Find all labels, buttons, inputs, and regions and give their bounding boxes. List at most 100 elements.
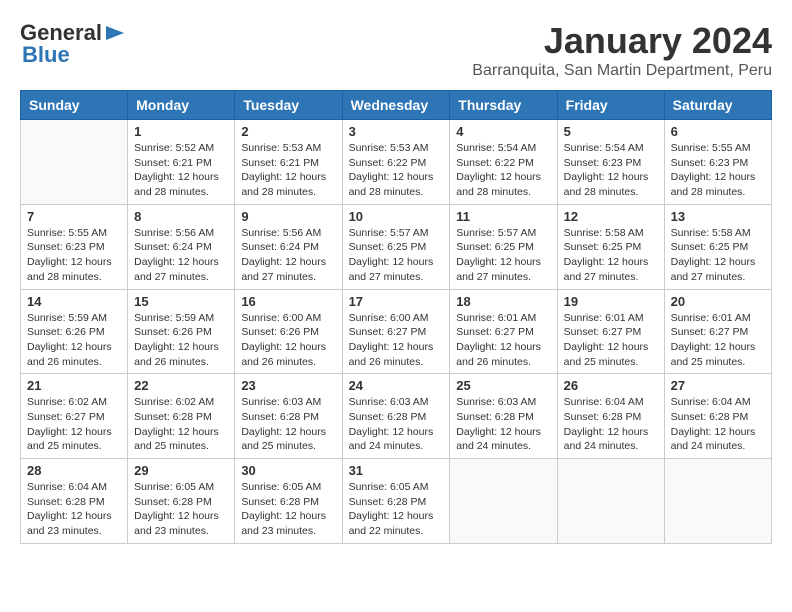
day-info: Sunrise: 6:02 AM Sunset: 6:27 PM Dayligh… [27, 395, 121, 454]
calendar-header-tuesday: Tuesday [235, 91, 342, 120]
calendar-cell: 27 Sunrise: 6:04 AM Sunset: 6:28 PM Dayli… [664, 374, 771, 459]
page-header: General Blue January 2024 Barranquita, S… [20, 20, 772, 80]
day-info: Sunrise: 5:55 AM Sunset: 6:23 PM Dayligh… [671, 141, 765, 200]
calendar-week-1: 1Sunrise: 5:52 AM Sunset: 6:21 PM Daylig… [21, 120, 772, 205]
day-number: 20 [671, 294, 765, 309]
calendar-header-row: SundayMondayTuesdayWednesdayThursdayFrid… [21, 91, 772, 120]
day-number: 27 [671, 378, 765, 393]
logo-arrow-icon [104, 22, 126, 44]
day-number: 18 [456, 294, 550, 309]
calendar-cell: 4 Sunrise: 5:54 AM Sunset: 6:22 PM Daylig… [450, 120, 557, 205]
calendar-header-sunday: Sunday [21, 91, 128, 120]
day-number: 10 [349, 209, 444, 224]
day-info: Sunrise: 6:00 AM Sunset: 6:26 PM Dayligh… [241, 311, 335, 370]
day-info: Sunrise: 6:04 AM Sunset: 6:28 PM Dayligh… [27, 480, 121, 539]
day-info: Sunrise: 5:59 AM Sunset: 6:26 PM Dayligh… [27, 311, 121, 370]
calendar-cell: 10 Sunrise: 5:57 AM Sunset: 6:25 PM Dayli… [342, 204, 450, 289]
day-number: 6 [671, 124, 765, 139]
calendar-cell [21, 120, 128, 205]
calendar-table: SundayMondayTuesdayWednesdayThursdayFrid… [20, 90, 772, 544]
day-info: Sunrise: 5:55 AM Sunset: 6:23 PM Dayligh… [27, 226, 121, 285]
calendar-cell: 12Sunrise: 5:58 AM Sunset: 6:25 PM Dayli… [557, 204, 664, 289]
calendar-cell: 24Sunrise: 6:03 AM Sunset: 6:28 PM Dayli… [342, 374, 450, 459]
day-info: Sunrise: 5:57 AM Sunset: 6:25 PM Dayligh… [349, 226, 444, 285]
logo-blue: Blue [20, 42, 70, 68]
calendar-cell: 2 Sunrise: 5:53 AM Sunset: 6:21 PM Daylig… [235, 120, 342, 205]
calendar-cell: 13Sunrise: 5:58 AM Sunset: 6:25 PM Dayli… [664, 204, 771, 289]
day-info: Sunrise: 5:53 AM Sunset: 6:21 PM Dayligh… [241, 141, 335, 200]
calendar-header-saturday: Saturday [664, 91, 771, 120]
calendar-cell: 15Sunrise: 5:59 AM Sunset: 6:26 PM Dayli… [128, 289, 235, 374]
day-number: 30 [241, 463, 335, 478]
calendar-cell: 14Sunrise: 5:59 AM Sunset: 6:26 PM Dayli… [21, 289, 128, 374]
calendar-cell [450, 459, 557, 544]
location: Barranquita, San Martin Department, Peru [472, 62, 772, 80]
calendar-cell: 7Sunrise: 5:55 AM Sunset: 6:23 PM Daylig… [21, 204, 128, 289]
day-number: 28 [27, 463, 121, 478]
calendar-cell: 21 Sunrise: 6:02 AM Sunset: 6:27 PM Dayli… [21, 374, 128, 459]
calendar-body: 1Sunrise: 5:52 AM Sunset: 6:21 PM Daylig… [21, 120, 772, 544]
calendar-week-2: 7Sunrise: 5:55 AM Sunset: 6:23 PM Daylig… [21, 204, 772, 289]
calendar-cell: 20Sunrise: 6:01 AM Sunset: 6:27 PM Dayli… [664, 289, 771, 374]
day-number: 23 [241, 378, 335, 393]
calendar-cell [664, 459, 771, 544]
day-number: 8 [134, 209, 228, 224]
day-info: Sunrise: 6:05 AM Sunset: 6:28 PM Dayligh… [349, 480, 444, 539]
calendar-cell: 5Sunrise: 5:54 AM Sunset: 6:23 PM Daylig… [557, 120, 664, 205]
day-info: Sunrise: 6:05 AM Sunset: 6:28 PM Dayligh… [134, 480, 228, 539]
calendar-cell: 25 Sunrise: 6:03 AM Sunset: 6:28 PM Dayli… [450, 374, 557, 459]
day-number: 9 [241, 209, 335, 224]
day-info: Sunrise: 6:00 AM Sunset: 6:27 PM Dayligh… [349, 311, 444, 370]
calendar-header-friday: Friday [557, 91, 664, 120]
day-info: Sunrise: 5:57 AM Sunset: 6:25 PM Dayligh… [456, 226, 550, 285]
day-number: 2 [241, 124, 335, 139]
day-number: 26 [564, 378, 658, 393]
day-info: Sunrise: 6:03 AM Sunset: 6:28 PM Dayligh… [241, 395, 335, 454]
calendar-cell: 30 Sunrise: 6:05 AM Sunset: 6:28 PM Dayli… [235, 459, 342, 544]
day-info: Sunrise: 5:58 AM Sunset: 6:25 PM Dayligh… [671, 226, 765, 285]
day-number: 5 [564, 124, 658, 139]
day-number: 15 [134, 294, 228, 309]
day-number: 1 [134, 124, 228, 139]
day-number: 31 [349, 463, 444, 478]
calendar-cell: 29 Sunrise: 6:05 AM Sunset: 6:28 PM Dayli… [128, 459, 235, 544]
calendar-cell: 1Sunrise: 5:52 AM Sunset: 6:21 PM Daylig… [128, 120, 235, 205]
day-number: 21 [27, 378, 121, 393]
day-info: Sunrise: 6:02 AM Sunset: 6:28 PM Dayligh… [134, 395, 228, 454]
calendar-cell: 31 Sunrise: 6:05 AM Sunset: 6:28 PM Dayli… [342, 459, 450, 544]
day-info: Sunrise: 6:04 AM Sunset: 6:28 PM Dayligh… [564, 395, 658, 454]
day-number: 11 [456, 209, 550, 224]
day-number: 17 [349, 294, 444, 309]
calendar-cell: 28 Sunrise: 6:04 AM Sunset: 6:28 PM Dayli… [21, 459, 128, 544]
day-number: 22 [134, 378, 228, 393]
day-info: Sunrise: 5:53 AM Sunset: 6:22 PM Dayligh… [349, 141, 444, 200]
calendar-cell: 8Sunrise: 5:56 AM Sunset: 6:24 PM Daylig… [128, 204, 235, 289]
calendar-cell: 19Sunrise: 6:01 AM Sunset: 6:27 PM Dayli… [557, 289, 664, 374]
calendar-week-5: 28 Sunrise: 6:04 AM Sunset: 6:28 PM Dayli… [21, 459, 772, 544]
day-info: Sunrise: 5:54 AM Sunset: 6:22 PM Dayligh… [456, 141, 550, 200]
title-block: January 2024 Barranquita, San Martin Dep… [472, 20, 772, 80]
calendar-header-wednesday: Wednesday [342, 91, 450, 120]
calendar-cell: 17 Sunrise: 6:00 AM Sunset: 6:27 PM Dayli… [342, 289, 450, 374]
day-number: 3 [349, 124, 444, 139]
calendar-cell: 22 Sunrise: 6:02 AM Sunset: 6:28 PM Dayli… [128, 374, 235, 459]
day-number: 4 [456, 124, 550, 139]
calendar-cell: 26 Sunrise: 6:04 AM Sunset: 6:28 PM Dayli… [557, 374, 664, 459]
day-number: 29 [134, 463, 228, 478]
calendar-cell: 6 Sunrise: 5:55 AM Sunset: 6:23 PM Daylig… [664, 120, 771, 205]
month-title: January 2024 [472, 20, 772, 62]
day-number: 16 [241, 294, 335, 309]
day-info: Sunrise: 5:56 AM Sunset: 6:24 PM Dayligh… [241, 226, 335, 285]
day-info: Sunrise: 6:05 AM Sunset: 6:28 PM Dayligh… [241, 480, 335, 539]
calendar-week-4: 21 Sunrise: 6:02 AM Sunset: 6:27 PM Dayli… [21, 374, 772, 459]
day-number: 19 [564, 294, 658, 309]
calendar-cell: 18Sunrise: 6:01 AM Sunset: 6:27 PM Dayli… [450, 289, 557, 374]
calendar-cell: 9 Sunrise: 5:56 AM Sunset: 6:24 PM Daylig… [235, 204, 342, 289]
calendar-cell: 3 Sunrise: 5:53 AM Sunset: 6:22 PM Daylig… [342, 120, 450, 205]
day-info: Sunrise: 6:03 AM Sunset: 6:28 PM Dayligh… [456, 395, 550, 454]
day-number: 25 [456, 378, 550, 393]
day-info: Sunrise: 6:04 AM Sunset: 6:28 PM Dayligh… [671, 395, 765, 454]
calendar-cell [557, 459, 664, 544]
day-number: 24 [349, 378, 444, 393]
calendar-cell: 23 Sunrise: 6:03 AM Sunset: 6:28 PM Dayli… [235, 374, 342, 459]
